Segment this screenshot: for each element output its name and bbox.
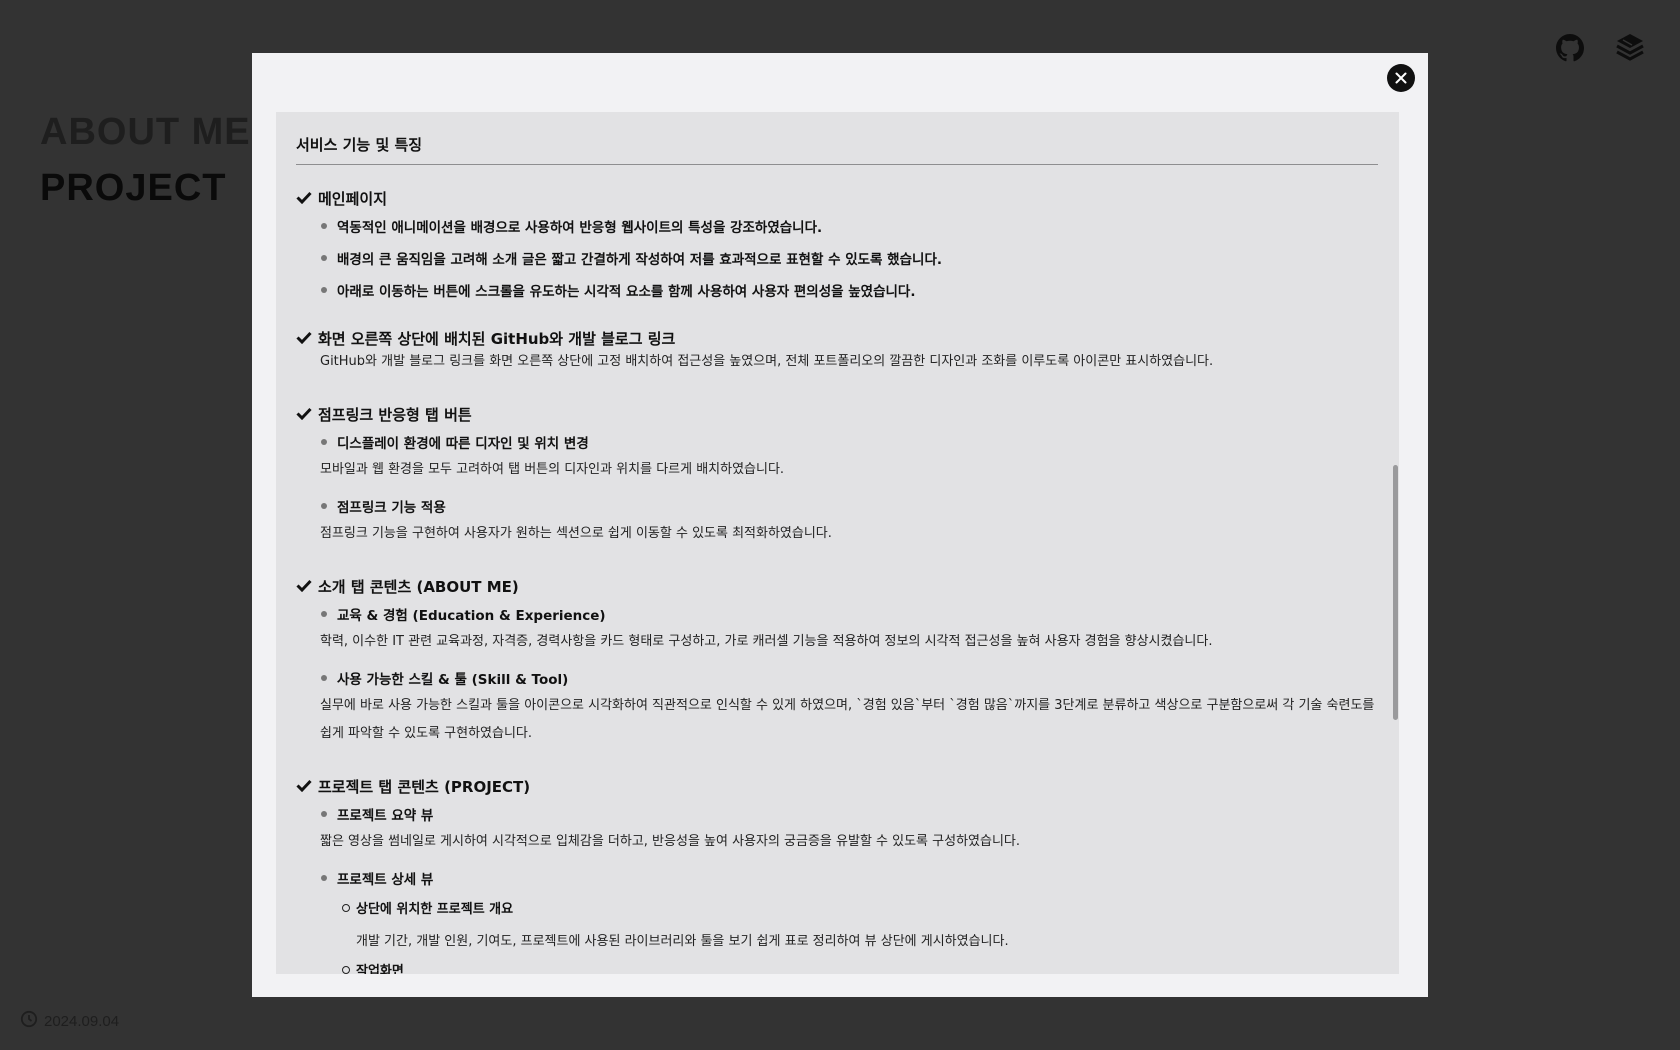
list-item: 점프링크 기능 적용 — [321, 496, 446, 516]
list-item: 디스플레이 환경에 따른 디자인 및 위치 변경 — [321, 432, 589, 452]
title-divider — [296, 164, 1378, 165]
list-item: 프로젝트 상세 뷰 — [321, 868, 433, 888]
bullet-dot — [321, 503, 327, 509]
date-stamp: 2024.09.04 — [20, 1010, 119, 1032]
nav-project[interactable]: PROJECT — [40, 160, 251, 216]
bullet-dot — [321, 811, 327, 817]
clock-icon — [20, 1010, 38, 1032]
sub-list-item: 작업화면 — [342, 960, 404, 974]
bullet-dot — [321, 611, 327, 617]
github-icon[interactable] — [1554, 32, 1586, 64]
panel-title: 서비스 기능 및 특징 — [296, 136, 423, 154]
list-item: 사용 가능한 스킬 & 툴 (Skill & Tool) — [321, 668, 568, 688]
blog-stack-icon[interactable] — [1614, 32, 1646, 64]
check-icon — [296, 190, 312, 208]
section-heading: 프로젝트 탭 콘텐츠 (PROJECT) — [296, 776, 530, 797]
section-heading-text: 소개 탭 콘텐츠 (ABOUT ME) — [318, 578, 519, 596]
list-item-text: 교육 & 경험 (Education & Experience) — [337, 608, 606, 624]
circle-bullet — [342, 965, 350, 974]
check-icon — [296, 778, 312, 796]
close-button[interactable] — [1387, 64, 1415, 92]
item-description: 모바일과 웹 환경을 모두 고려하여 탭 버튼의 디자인과 위치를 다르게 배치… — [320, 462, 785, 477]
check-icon — [296, 330, 312, 348]
list-item: 프로젝트 요약 뷰 — [321, 804, 433, 824]
scrollbar-thumb[interactable] — [1393, 465, 1398, 720]
list-item-text: 역동적인 애니메이션을 배경으로 사용하여 반응형 웹사이트의 특성을 강조하였… — [337, 220, 823, 236]
check-icon — [296, 406, 312, 424]
list-item-text: 프로젝트 요약 뷰 — [337, 808, 434, 824]
project-detail-modal: 서비스 기능 및 특징 메인페이지 역동적인 애니메이션을 배경으로 사용하여 … — [252, 53, 1428, 997]
sub-list-item-text: 작업화면 — [356, 964, 404, 974]
item-description: 짧은 영상을 썸네일로 게시하여 시각적으로 입체감을 더하고, 반응성을 높여… — [320, 834, 1020, 849]
section-heading-text: 점프링크 반응형 탭 버튼 — [318, 406, 472, 424]
bullet-dot — [321, 439, 327, 445]
close-icon — [1395, 69, 1407, 88]
section-heading: 화면 오른쪽 상단에 배치된 GitHub와 개발 블로그 링크 — [296, 328, 675, 349]
nav-about-me[interactable]: ABOUT ME — [40, 104, 251, 160]
check-icon — [296, 578, 312, 596]
section-heading-text: 프로젝트 탭 콘텐츠 (PROJECT) — [318, 778, 531, 796]
sub-list-item: 상단에 위치한 프로젝트 개요 — [342, 898, 513, 917]
scrollbar[interactable] — [1391, 112, 1399, 974]
section-heading: 점프링크 반응형 탭 버튼 — [296, 404, 472, 425]
section-heading: 메인페이지 — [296, 188, 387, 209]
list-item-text: 디스플레이 환경에 따른 디자인 및 위치 변경 — [337, 436, 589, 452]
bullet-dot — [321, 287, 327, 293]
item-description-cont: 쉽게 파악할 수 있도록 구현하였습니다. — [320, 726, 533, 741]
list-item: 교육 & 경험 (Education & Experience) — [321, 604, 606, 624]
section-heading-text: 메인페이지 — [318, 190, 388, 208]
section-description: GitHub와 개발 블로그 링크를 화면 오른쪽 상단에 고정 배치하여 접근… — [320, 354, 1214, 369]
date-text: 2024.09.04 — [44, 1012, 120, 1030]
feature-panel[interactable]: 서비스 기능 및 특징 메인페이지 역동적인 애니메이션을 배경으로 사용하여 … — [276, 112, 1399, 974]
sub-list-item-text: 상단에 위치한 프로젝트 개요 — [356, 902, 514, 917]
list-item: 아래로 이동하는 버튼에 스크롤을 유도하는 시각적 요소를 함께 사용하여 사… — [321, 280, 915, 300]
section-heading: 소개 탭 콘텐츠 (ABOUT ME) — [296, 576, 519, 597]
list-item: 배경의 큰 움직임을 고려해 소개 글은 짧고 간결하게 작성하여 저를 효과적… — [321, 248, 942, 268]
section-heading-text: 화면 오른쪽 상단에 배치된 GitHub와 개발 블로그 링크 — [318, 330, 676, 348]
side-nav: ABOUT ME PROJECT — [40, 104, 251, 216]
list-item: 역동적인 애니메이션을 배경으로 사용하여 반응형 웹사이트의 특성을 강조하였… — [321, 216, 822, 236]
bullet-dot — [321, 875, 327, 881]
circle-bullet — [342, 903, 350, 912]
list-item-text: 아래로 이동하는 버튼에 스크롤을 유도하는 시각적 요소를 함께 사용하여 사… — [337, 284, 916, 300]
bullet-dot — [321, 675, 327, 681]
bullet-dot — [321, 223, 327, 229]
item-description: 학력, 이수한 IT 관련 교육과정, 자격증, 경력사항을 카드 형태로 구성… — [320, 634, 1213, 649]
item-description: 점프링크 기능을 구현하여 사용자가 원하는 섹션으로 쉽게 이동할 수 있도록… — [320, 526, 832, 541]
list-item-text: 프로젝트 상세 뷰 — [337, 872, 434, 888]
sub-item-description: 개발 기간, 개발 인원, 기여도, 프로젝트에 사용된 라이브러리와 툴을 보… — [356, 934, 1009, 949]
item-description: 실무에 바로 사용 가능한 스킬과 툴을 아이콘으로 시각화하여 직관적으로 인… — [320, 698, 1375, 713]
list-item-text: 배경의 큰 움직임을 고려해 소개 글은 짧고 간결하게 작성하여 저를 효과적… — [337, 252, 942, 268]
list-item-text: 점프링크 기능 적용 — [337, 500, 446, 516]
list-item-text: 사용 가능한 스킬 & 툴 (Skill & Tool) — [337, 672, 569, 688]
top-links — [1554, 32, 1646, 64]
bullet-dot — [321, 255, 327, 261]
